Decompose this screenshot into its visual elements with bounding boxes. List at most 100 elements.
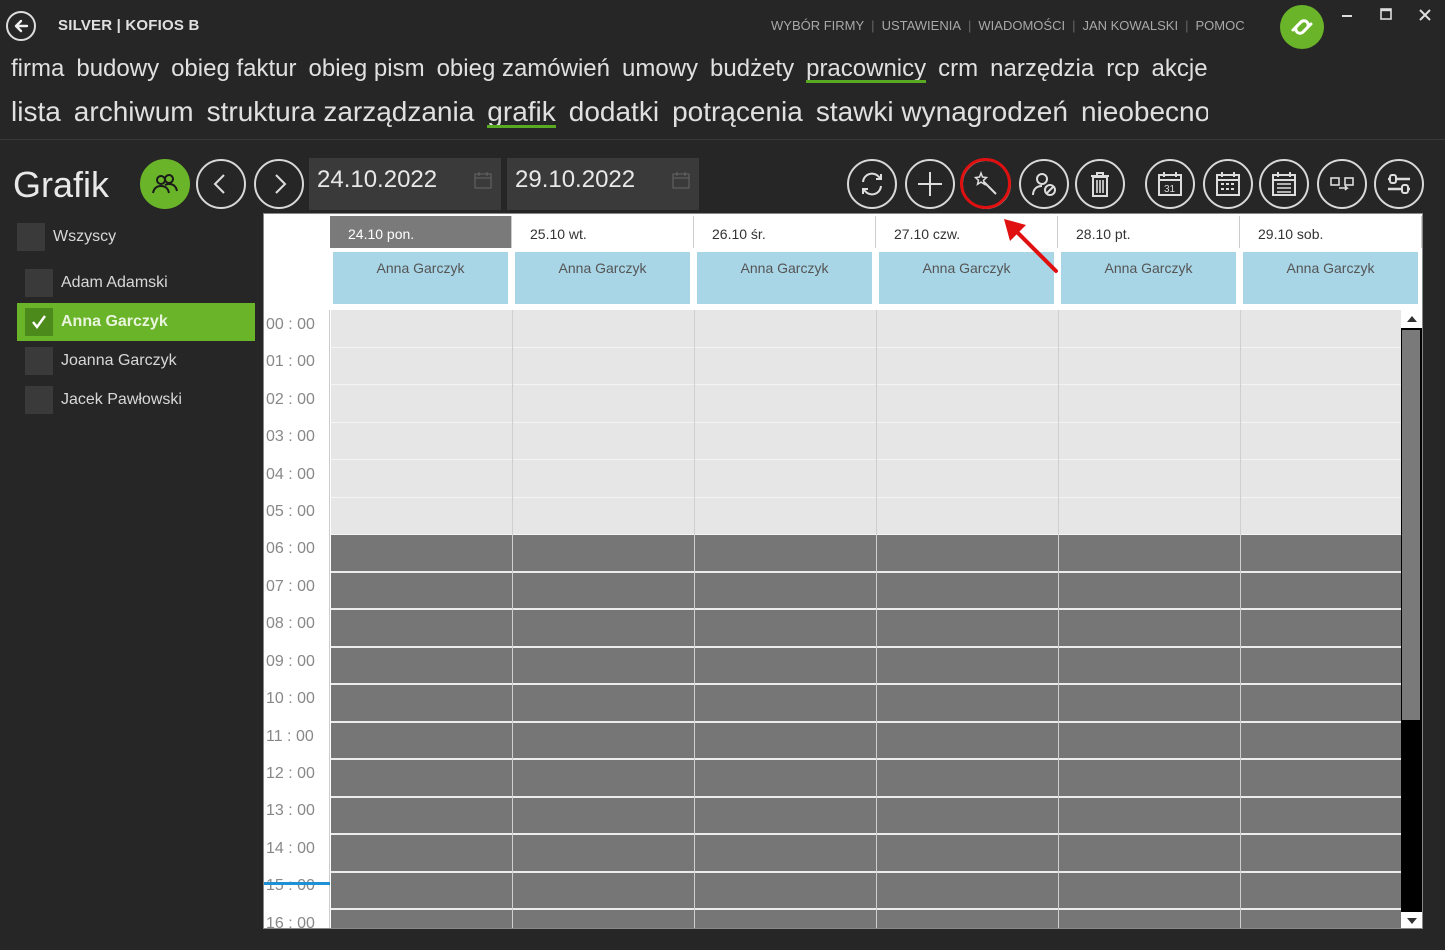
employee-row-selected[interactable]: Anna Garczyk	[17, 303, 255, 341]
menu-item-obieg-pism[interactable]: obieg pism	[309, 55, 425, 83]
week-view-button[interactable]	[1203, 159, 1253, 209]
maximize-button[interactable]	[1377, 6, 1395, 24]
submenu-item-archiwum[interactable]: archiwum	[74, 96, 194, 128]
employee-chip[interactable]: Anna Garczyk	[333, 252, 508, 304]
menu-item-akcje[interactable]: akcje	[1152, 55, 1208, 83]
menu-item-obieg-faktur[interactable]: obieg faktur	[171, 55, 296, 83]
select-all-checkbox[interactable]	[17, 223, 45, 251]
menu-item-rcp[interactable]: rcp	[1106, 55, 1139, 83]
submenu-item-struktura[interactable]: struktura zarządzania	[207, 96, 475, 128]
remove-employee-button[interactable]	[1019, 159, 1069, 209]
trash-icon	[1091, 172, 1109, 197]
employee-chip[interactable]: Anna Garczyk	[697, 252, 872, 304]
submenu-item-potracenia[interactable]: potrącenia	[672, 96, 803, 128]
select-all-row[interactable]: Wszyscy	[9, 218, 247, 256]
day-column-divider	[512, 310, 513, 928]
delete-button[interactable]	[1075, 159, 1125, 209]
date-from-value: 24.10.2022	[317, 166, 438, 193]
minimize-button[interactable]	[1338, 6, 1356, 24]
time-label: 09 : 00	[266, 653, 315, 670]
next-period-button[interactable]	[254, 159, 304, 209]
employee-row[interactable]: Adam Adamski	[17, 264, 255, 302]
vertical-scrollbar[interactable]	[1401, 310, 1422, 928]
time-column: 00 : 00 01 : 00 02 : 00 03 : 00 04 : 00 …	[264, 310, 330, 929]
day-header[interactable]: 25.10 wt.	[512, 216, 694, 248]
prev-period-button[interactable]	[196, 159, 246, 209]
calendar-icon[interactable]	[473, 170, 493, 190]
day-view-button[interactable]: 31	[1145, 159, 1195, 209]
menu-item-crm[interactable]: crm	[938, 55, 978, 83]
employee-checkbox-checked[interactable]	[25, 308, 53, 336]
day-header[interactable]: 29.10 sob.	[1240, 216, 1422, 248]
sliders-icon	[1388, 174, 1410, 194]
svg-text:31: 31	[1164, 184, 1176, 195]
scroll-down-button[interactable]	[1401, 912, 1422, 928]
top-link-messages[interactable]: WIADOMOŚCI	[978, 18, 1065, 33]
title-bar: SILVER | KOFIOS B WYBÓR FIRMY | USTAWIENI…	[0, 0, 1445, 52]
employee-checkbox[interactable]	[25, 269, 53, 297]
employee-name: Adam Adamski	[61, 274, 168, 291]
menu-item-budowy[interactable]: budowy	[76, 55, 159, 83]
menu-item-umowy[interactable]: umowy	[622, 55, 698, 83]
refresh-button[interactable]	[847, 159, 897, 209]
menu-item-firma[interactable]: firma	[11, 55, 64, 83]
employee-chip[interactable]: Anna Garczyk	[1243, 252, 1418, 304]
top-links: WYBÓR FIRMY | USTAWIENIA | WIADOMOŚCI | JAN…	[771, 18, 1245, 33]
day-header[interactable]: 24.10 pon.	[330, 216, 512, 248]
employee-chip[interactable]: Anna Garczyk	[879, 252, 1054, 304]
employee-chip[interactable]: Anna Garczyk	[1061, 252, 1236, 304]
top-link-company-select[interactable]: WYBÓR FIRMY	[771, 18, 864, 33]
day-column-divider	[1240, 310, 1241, 928]
date-to-value: 29.10.2022	[515, 166, 636, 193]
time-label: 16 : 00	[266, 915, 315, 929]
scroll-up-button[interactable]	[1401, 310, 1422, 328]
day-header[interactable]: 26.10 śr.	[694, 216, 876, 248]
time-label: 04 : 00	[266, 466, 315, 483]
submenu-item-lista[interactable]: lista	[11, 96, 61, 128]
menu-item-pracownicy[interactable]: pracownicy	[806, 55, 927, 83]
menu-divider	[0, 139, 1445, 140]
chevron-right-icon	[275, 174, 287, 194]
employee-name: Joanna Garczyk	[61, 352, 177, 369]
schedule-body[interactable]: 00 : 00 01 : 00 02 : 00 03 : 00 04 : 00 …	[264, 310, 1422, 929]
menu-item-obieg-zamowien[interactable]: obieg zamówień	[437, 55, 610, 83]
settings-sliders-button[interactable]	[1374, 159, 1424, 209]
close-button[interactable]	[1416, 6, 1434, 24]
submenu-item-nieobecnosci[interactable]: nieobecności	[1081, 96, 1208, 128]
add-button[interactable]	[905, 159, 955, 209]
auto-schedule-button[interactable]	[961, 159, 1011, 209]
employee-checkbox[interactable]	[25, 347, 53, 375]
transfer-button[interactable]	[1317, 159, 1367, 209]
time-label: 10 : 00	[266, 690, 315, 707]
time-label: 12 : 00	[266, 765, 315, 782]
day-column-divider	[1058, 310, 1059, 928]
scroll-thumb[interactable]	[1402, 330, 1420, 720]
submenu-item-stawki[interactable]: stawki wynagrodzeń	[816, 96, 1068, 128]
employee-chip[interactable]: Anna Garczyk	[515, 252, 690, 304]
month-view-button[interactable]	[1259, 159, 1309, 209]
submenu-item-dodatki[interactable]: dodatki	[569, 96, 659, 128]
back-button[interactable]	[6, 11, 36, 41]
submenu-item-grafik[interactable]: grafik	[487, 96, 557, 128]
triangle-up-icon	[1406, 316, 1417, 322]
day-header[interactable]: 27.10 czw.	[876, 216, 1058, 248]
calendar-icon[interactable]	[671, 170, 691, 190]
employee-checkbox[interactable]	[25, 386, 53, 414]
top-link-user[interactable]: JAN KOWALSKI	[1082, 18, 1178, 33]
top-link-settings[interactable]: USTAWIENIA	[882, 18, 961, 33]
people-icon	[152, 174, 178, 194]
date-to-field[interactable]: 29.10.2022	[507, 158, 699, 210]
schedule-grid: 24.10 pon. 25.10 wt. 26.10 śr. 27.10 czw…	[263, 213, 1423, 929]
chevron-left-icon	[213, 174, 225, 194]
calendar-day-icon: 31	[1158, 172, 1182, 196]
menu-item-budzety[interactable]: budżety	[710, 55, 794, 83]
date-from-field[interactable]: 24.10.2022	[309, 158, 501, 210]
menu-item-narzedzia[interactable]: narzędzia	[990, 55, 1094, 83]
employee-row[interactable]: Jacek Pawłowski	[17, 381, 255, 419]
day-header[interactable]: 28.10 pt.	[1058, 216, 1240, 248]
employees-toggle-button[interactable]	[140, 159, 190, 209]
employee-row[interactable]: Joanna Garczyk	[17, 342, 255, 380]
plus-icon	[918, 172, 942, 196]
top-link-help[interactable]: POMOC	[1195, 18, 1244, 33]
triangle-down-icon	[1406, 918, 1417, 924]
